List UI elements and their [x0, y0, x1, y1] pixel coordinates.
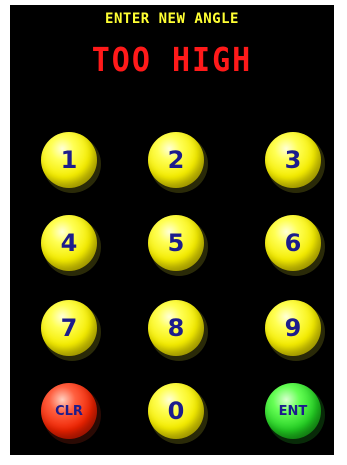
clear-label: CLR: [55, 403, 83, 419]
enter-button[interactable]: ENT: [265, 383, 321, 439]
key-6-button[interactable]: 6: [265, 215, 321, 271]
key-1-button[interactable]: 1: [41, 132, 97, 188]
key-8-button[interactable]: 8: [148, 300, 204, 356]
key-9-label: 9: [284, 314, 302, 342]
prompt-label: ENTER NEW ANGLE: [105, 11, 239, 27]
key-2-button[interactable]: 2: [148, 132, 204, 188]
key-8-label: 8: [167, 314, 185, 342]
key-5-label: 5: [167, 229, 185, 257]
key-1-label: 1: [60, 146, 78, 174]
key-6-label: 6: [284, 229, 302, 257]
key-9-button[interactable]: 9: [265, 300, 321, 356]
enter-label: ENT: [278, 403, 308, 419]
key-0-label: 0: [167, 397, 185, 425]
key-7-label: 7: [60, 314, 78, 342]
error-message: TOO HIGH: [91, 41, 253, 80]
key-3-label: 3: [284, 146, 302, 174]
key-7-button[interactable]: 7: [41, 300, 97, 356]
angle-entry-screen: ENTER NEW ANGLE TOO HIGH 1 2 3 4 5 6 7 8…: [10, 5, 334, 455]
key-3-button[interactable]: 3: [265, 132, 321, 188]
key-5-button[interactable]: 5: [148, 215, 204, 271]
key-2-label: 2: [167, 146, 185, 174]
clear-button[interactable]: CLR: [41, 383, 97, 439]
key-4-button[interactable]: 4: [41, 215, 97, 271]
key-0-button[interactable]: 0: [148, 383, 204, 439]
key-4-label: 4: [60, 229, 78, 257]
